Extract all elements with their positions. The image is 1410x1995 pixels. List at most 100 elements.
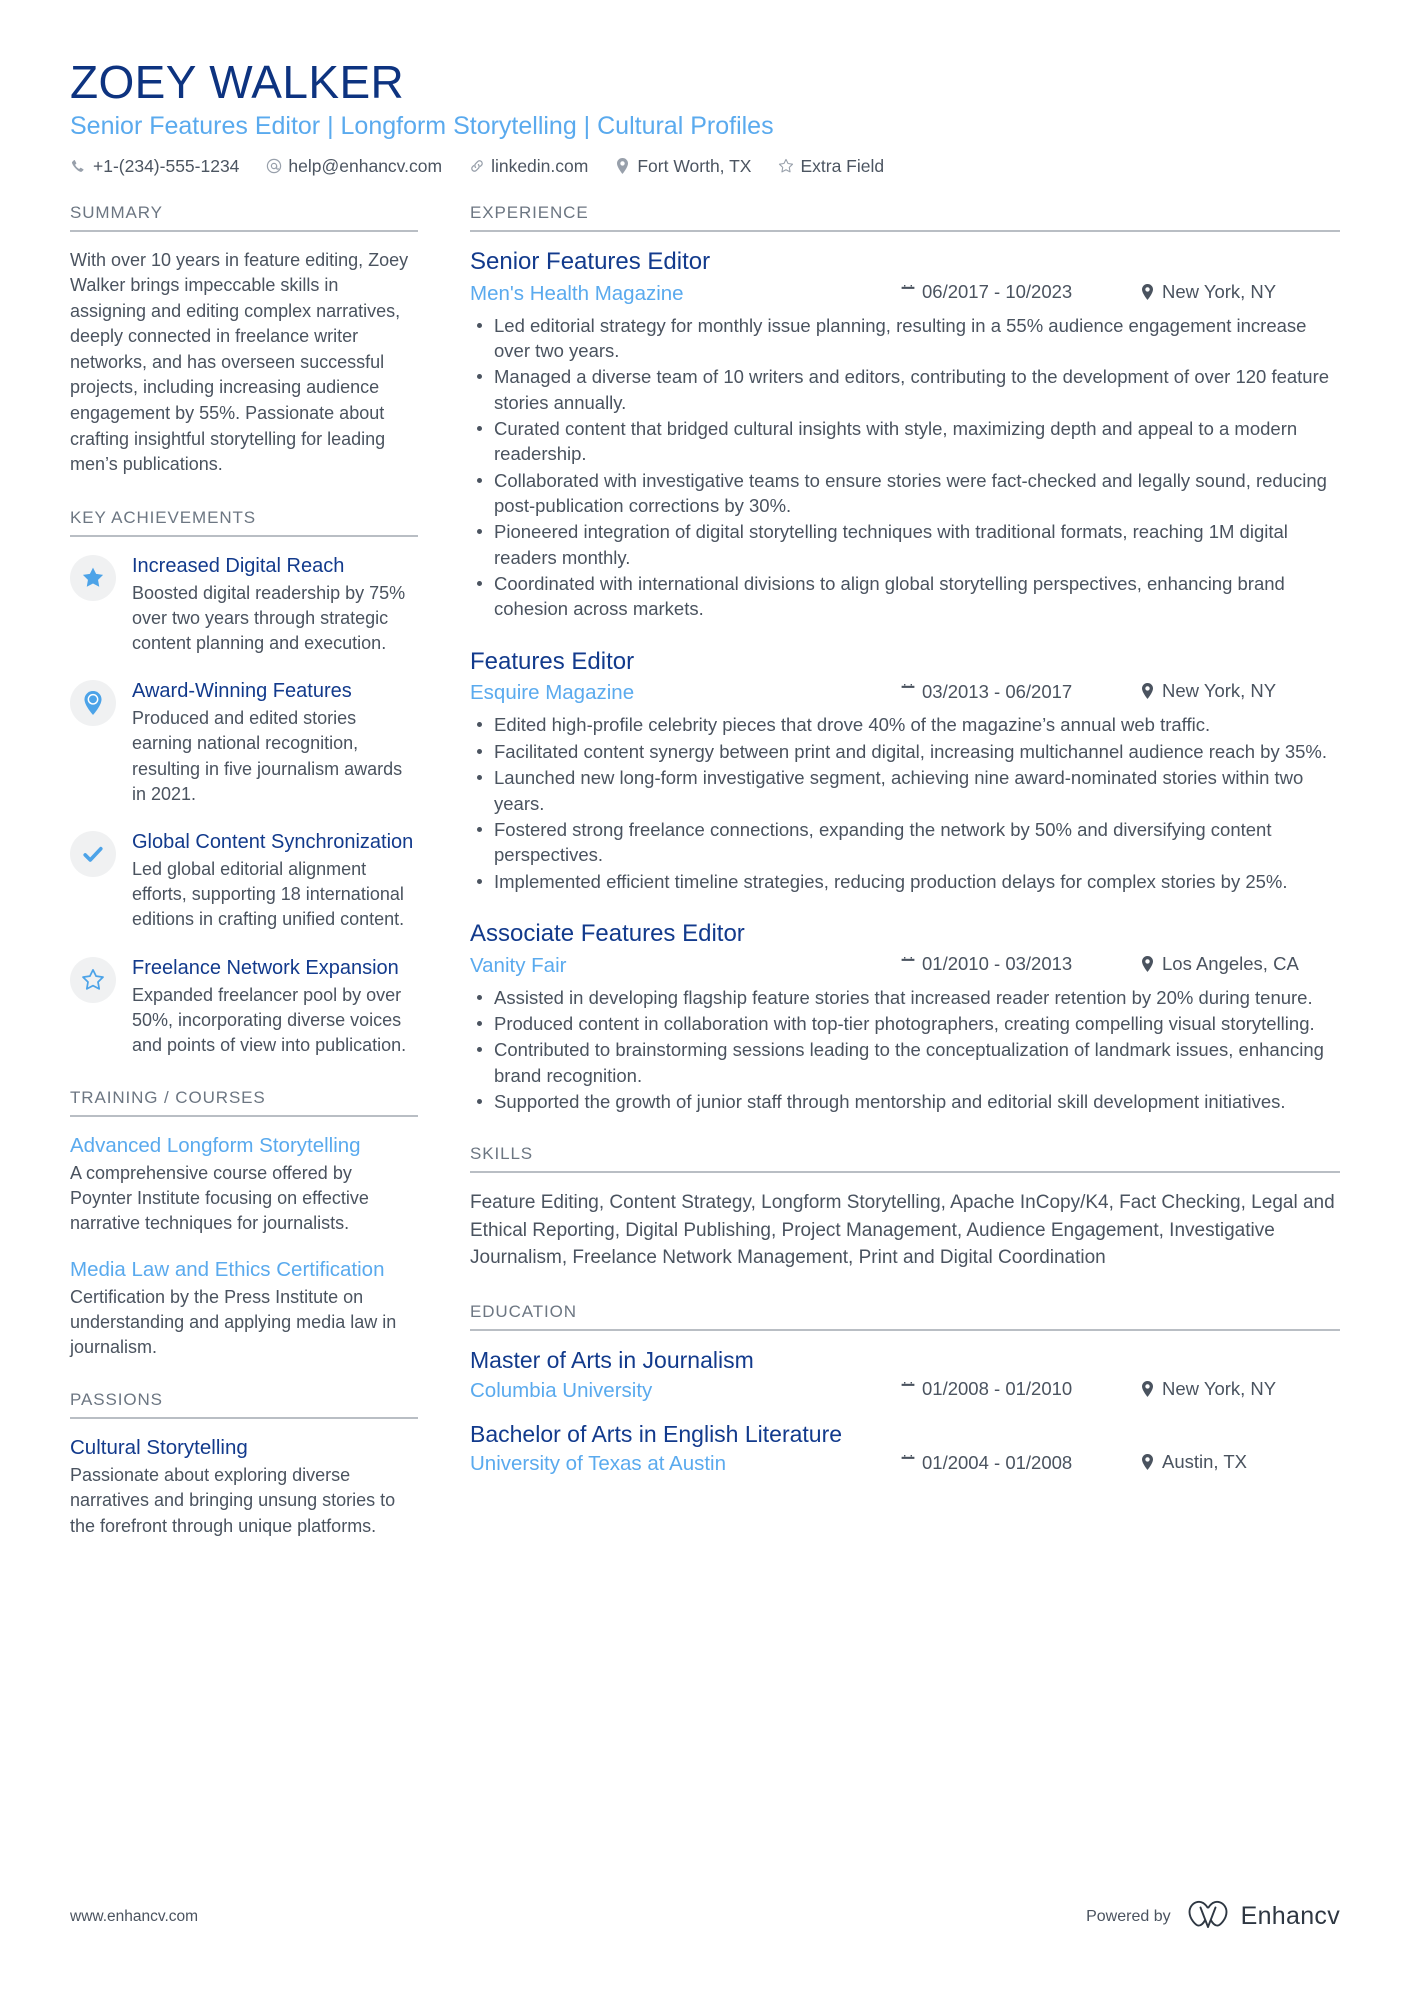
map-pin-icon [83,691,103,716]
footer-url[interactable]: www.enhancv.com [70,1908,198,1926]
achievement-badge [70,680,116,727]
resume-header: ZOEY WALKER Senior Features Editor | Lon… [70,58,1340,177]
contact-linkedin-text: linkedin.com [491,155,589,176]
job-company: Men's Health Magazine [470,281,684,305]
link-icon [468,158,485,175]
achievement-badge [70,830,116,877]
experience-item: Associate Features Editor Vanity Fair 01… [470,920,1340,1115]
job-dates-text: 03/2013 - 06/2017 [922,680,1073,702]
job-bullet: Contributed to brainstorming sessions le… [470,1037,1340,1088]
achievement-description: Boosted digital readership by 75% over t… [132,582,406,654]
job-location: New York, NY [1140,680,1340,702]
education-section-title: EDUCATION [470,1302,1340,1332]
education-meta: Columbia University 01/2008 - 01/2010 Ne… [470,1378,1340,1403]
job-dates-text: 06/2017 - 10/2023 [922,281,1073,303]
job-meta: Men's Health Magazine 06/2017 - 10/2023 [470,281,1340,306]
education-dates-text: 01/2004 - 01/2008 [922,1451,1073,1473]
enhancv-mark-icon [1185,1900,1231,1933]
job-bullet: Assisted in developing flagship feature … [470,985,1340,1010]
achievement-title: Freelance Network Expansion [132,956,399,979]
skills-text: Feature Editing, Content Strategy, Longf… [470,1192,1335,1269]
contact-phone[interactable]: +1-(234)-555-1234 [70,156,239,177]
contact-phone-text: +1-(234)-555-1234 [93,155,240,176]
achievements-section-title: KEY ACHIEVEMENTS [70,508,418,537]
achievement-badge [70,554,116,601]
contact-extra-field: Extra Field [777,156,884,177]
job-bullet: Led editorial strategy for monthly issue… [470,313,1340,364]
resume-page: ZOEY WALKER Senior Features Editor | Lon… [0,0,1410,1995]
education-item: Master of Arts in Journalism Columbia Un… [470,1347,1340,1403]
job-bullet: Launched new long-form investigative seg… [470,765,1340,816]
star-filled-icon [81,566,105,590]
education-degree: Master of Arts in Journalism [470,1347,754,1374]
job-bullets: Assisted in developing flagship feature … [470,985,1340,1115]
location-pin-icon [1140,955,1155,972]
candidate-headline: Senior Features Editor | Longform Storyt… [70,111,774,140]
training-item: Advanced Longform Storytelling A compreh… [70,1133,418,1237]
job-meta: Vanity Fair 01/2010 - 03/2013 Los Angele… [470,953,1340,978]
education-location-text: New York, NY [1162,1377,1277,1399]
achievement-title: Increased Digital Reach [132,554,345,577]
achievement-title: Award-Winning Features [132,680,352,703]
job-bullet: Facilitated content synergy between prin… [470,739,1340,764]
training-title: Media Law and Ethics Certification [70,1257,385,1281]
job-company: Vanity Fair [470,953,567,977]
contact-email[interactable]: help@enhancv.com [265,156,442,177]
resume-columns: SUMMARY With over 10 years in feature ed… [70,203,1340,1569]
job-bullet: Produced content in collaboration with t… [470,1011,1340,1036]
education-school: Columbia University [470,1378,653,1402]
achievement-body: Award-Winning Features Produced and edit… [132,678,418,807]
achievement-title: Global Content Synchronization [132,830,414,853]
powered-by-label: Powered by [1086,1907,1171,1925]
job-bullet: Fostered strong freelance connections, e… [470,817,1340,868]
job-bullet: Coordinated with international divisions… [470,571,1340,622]
training-section-title: TRAINING / COURSES [70,1088,418,1118]
job-dates-text: 01/2010 - 03/2013 [922,953,1073,975]
experience-item: Senior Features Editor Men's Health Maga… [470,248,1340,622]
left-column: SUMMARY With over 10 years in feature ed… [70,203,470,1569]
training-description: Certification by the Press Institute on … [70,1286,397,1358]
calendar-icon [900,1381,915,1398]
job-meta: Esquire Magazine 03/2013 - 06/2017 New Y… [470,680,1340,705]
experience-item: Features Editor Esquire Magazine 03/2013… [470,648,1340,894]
phone-icon [70,158,87,175]
contact-location-text: Fort Worth, TX [637,155,752,176]
achievement-body: Freelance Network Expansion Expanded fre… [132,955,418,1059]
location-pin-icon [1140,1380,1155,1397]
job-dates: 03/2013 - 06/2017 [900,681,1140,703]
training-item: Media Law and Ethics Certification Certi… [70,1257,418,1361]
contact-linkedin[interactable]: linkedin.com [468,156,588,177]
passion-description: Passionate about exploring diverse narra… [70,1465,396,1536]
job-bullets: Led editorial strategy for monthly issue… [470,313,1340,622]
passion-item: Cultural Storytelling Passionate about e… [70,1435,418,1539]
skills-section: SKILLS Feature Editing, Content Strategy… [470,1144,1340,1272]
footer-brand: Powered by Enhancv [1086,1900,1340,1933]
training-section: TRAINING / COURSES Advanced Longform Sto… [70,1088,418,1360]
passions-section-title: PASSIONS [70,1390,418,1420]
achievement-item: Award-Winning Features Produced and edit… [70,678,418,807]
job-dates: 01/2010 - 03/2013 [900,953,1140,975]
job-location: New York, NY [1140,281,1340,303]
achievement-description: Led global editorial alignment efforts, … [132,858,405,930]
experience-section-title: EXPERIENCE [470,203,1340,232]
job-title: Features Editor [470,647,635,675]
location-pin-icon [1140,1454,1155,1471]
check-icon [81,842,105,866]
achievement-item: Freelance Network Expansion Expanded fre… [70,955,418,1059]
job-location-text: New York, NY [1162,280,1277,302]
education-degree: Bachelor of Arts in English Literature [470,1420,843,1447]
achievement-description: Expanded freelancer pool by over 50%, in… [132,984,407,1055]
job-location-text: New York, NY [1162,680,1277,702]
education-item: Bachelor of Arts in English Literature U… [470,1421,1340,1477]
enhancv-brand-name: Enhancv [1240,1902,1340,1930]
resume-footer: www.enhancv.com Powered by Enhancv [70,1900,1340,1933]
education-dates: 01/2004 - 01/2008 [900,1452,1140,1474]
achievement-item: Increased Digital Reach Boosted digital … [70,553,418,657]
summary-text: With over 10 years in feature editing, Z… [70,249,409,475]
job-title: Associate Features Editor [470,919,745,947]
calendar-icon [900,956,915,973]
right-column: EXPERIENCE Senior Features Editor Men's … [470,203,1340,1506]
achievements-section: KEY ACHIEVEMENTS Increased Digital Reach… [70,508,418,1058]
achievement-item: Global Content Synchronization Led globa… [70,829,418,933]
achievements-list: Increased Digital Reach Boosted digital … [70,553,418,1058]
